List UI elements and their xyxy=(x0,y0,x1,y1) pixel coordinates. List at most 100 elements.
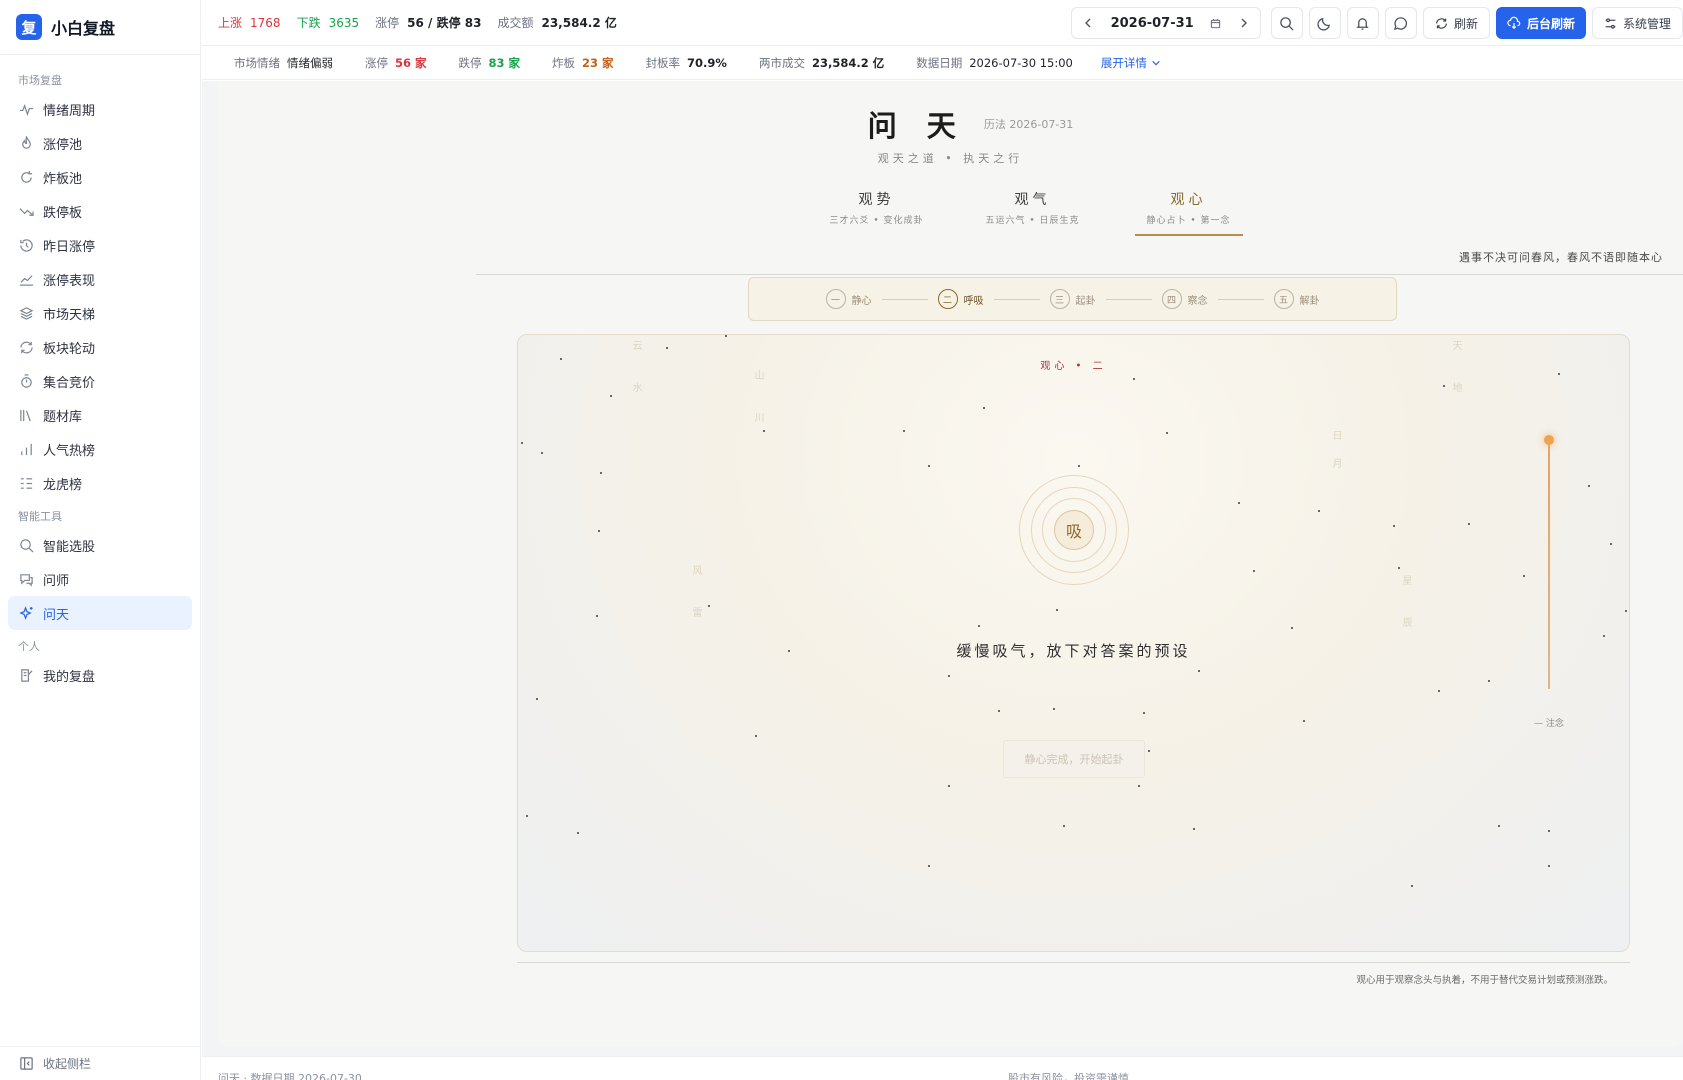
history-icon xyxy=(18,237,34,253)
step-5[interactable]: 五解卦 xyxy=(1273,289,1320,309)
expand-details-link[interactable]: 展开详情 xyxy=(1101,55,1161,71)
step-indicator: 一静心 二呼吸 三起卦 四察念 五解卦 xyxy=(748,277,1397,321)
sidebar-item-label: 龙虎榜 xyxy=(43,477,83,493)
step-connector xyxy=(993,298,1040,300)
tab-guan-qi[interactable]: 观气 五运六气 • 日辰生克 xyxy=(955,189,1111,236)
sidebar-item-label: 集合竞价 xyxy=(43,375,96,391)
sidebar-item-label: 我的复盘 xyxy=(43,669,96,685)
step-2[interactable]: 二呼吸 xyxy=(937,289,984,309)
stage-label: 观心 • 二 xyxy=(1040,361,1107,372)
summary-broken: 炸板 23 家 xyxy=(552,55,614,71)
refresh-circle-icon xyxy=(18,169,34,185)
star-dot xyxy=(1603,635,1605,637)
summary-limit-down-label: 跌停 xyxy=(458,55,482,70)
cloud-download-icon xyxy=(1507,16,1521,30)
footer-center: 股市有风险，投资需谨慎 xyxy=(1008,1072,1129,1080)
summary-data-date: 数据日期 2026-07-30 15:00 xyxy=(916,55,1073,71)
stat-limit-value: 56 / 跌停 83 xyxy=(407,16,482,30)
start-divination-button[interactable]: 静心完成，开始起卦 xyxy=(1003,740,1145,778)
step-3[interactable]: 三起卦 xyxy=(1049,289,1096,309)
star-dot xyxy=(1303,720,1305,722)
calendar-date: 历法 2026-07-31 xyxy=(983,118,1074,131)
sidebar-item-dragon-tiger[interactable]: 龙虎榜 xyxy=(8,466,192,500)
star-dot xyxy=(1468,523,1470,525)
star-dot xyxy=(1398,567,1400,569)
step-label: 察念 xyxy=(1187,295,1208,307)
star-dot xyxy=(1143,712,1145,714)
calendar-icon[interactable] xyxy=(1210,18,1221,29)
message-button[interactable] xyxy=(1384,7,1417,39)
star-dot xyxy=(1498,825,1500,827)
sidebar-item-ask-mentor[interactable]: 问师 xyxy=(8,562,192,596)
star-dot xyxy=(725,335,727,337)
sidebar-item-ask-heaven[interactable]: 问天 xyxy=(8,596,192,630)
tab-label: 观心 xyxy=(1170,192,1207,208)
sidebar-item-label: 人气热榜 xyxy=(43,443,96,459)
date-value[interactable]: 2026-07-31 xyxy=(1111,16,1194,31)
sidebar-item-label: 题材库 xyxy=(43,409,83,425)
nav-group-title-personal: 个人 xyxy=(18,640,40,653)
star-dot xyxy=(1056,609,1058,611)
sidebar-item-broken-pool[interactable]: 炸板池 xyxy=(8,160,192,194)
star-dot xyxy=(1193,828,1195,830)
footer: 问天 · 数据日期 2026-07-30 股市有风险，投资需谨慎 xyxy=(202,1056,1683,1080)
step-number: 一 xyxy=(825,289,846,309)
sidebar-item-label: 情绪周期 xyxy=(43,103,96,119)
star-dot xyxy=(1138,785,1140,787)
star-dot xyxy=(1166,432,1168,434)
date-picker[interactable]: 2026-07-31 xyxy=(1070,7,1261,39)
rotate-icon xyxy=(18,339,34,355)
market-summary-bar: 市场情绪 情绪偏弱 涨停 56 家 跌停 83 家 炸板 23 家 封板率 70… xyxy=(202,46,1683,80)
chevron-left-icon[interactable] xyxy=(1082,17,1094,29)
search-button[interactable] xyxy=(1270,7,1303,39)
decorative-calligraphy: 日 月 xyxy=(1330,430,1341,472)
notification-button[interactable] xyxy=(1346,7,1379,39)
tab-guan-xin[interactable]: 观心 静心占卜 • 第一念 xyxy=(1134,189,1243,236)
sidebar-item-call-auction[interactable]: 集合竞价 xyxy=(8,364,192,398)
sidebar-item-sector-rotation[interactable]: 板块轮动 xyxy=(8,330,192,364)
sidebar-item-popularity[interactable]: 人气热榜 xyxy=(8,432,192,466)
step-number: 二 xyxy=(937,289,958,309)
star-dot xyxy=(1318,510,1320,512)
brand[interactable]: 复 小白复盘 xyxy=(0,0,200,55)
summary-broken-label: 炸板 xyxy=(552,55,576,70)
tab-guan-shi[interactable]: 观势 三才六爻 • 变化成卦 xyxy=(799,189,955,236)
sidebar-item-market-ladder[interactable]: 市场天梯 xyxy=(8,296,192,330)
step-connector xyxy=(1217,298,1264,300)
sidebar-item-smart-picker[interactable]: 智能选股 xyxy=(8,528,192,562)
star-dot xyxy=(1198,670,1200,672)
divider xyxy=(517,962,1630,963)
star-dot xyxy=(1610,543,1612,545)
sidebar-item-limit-up-performance[interactable]: 涨停表现 xyxy=(8,262,192,296)
theme-toggle-button[interactable] xyxy=(1308,7,1341,39)
step-4[interactable]: 四察念 xyxy=(1161,289,1208,309)
sidebar-item-label: 板块轮动 xyxy=(43,341,96,357)
step-1[interactable]: 一静心 xyxy=(825,289,872,309)
sidebar-item-label: 涨停池 xyxy=(43,137,83,153)
star-dot xyxy=(948,675,950,677)
focus-meter-dot[interactable] xyxy=(1544,435,1554,445)
breath-instruction: 缓慢吸气，放下对答案的预设 xyxy=(956,642,1191,660)
sidebar-item-my-review[interactable]: 我的复盘 xyxy=(8,658,192,692)
chevron-right-icon[interactable] xyxy=(1238,17,1250,29)
library-icon xyxy=(18,407,34,423)
nav-group-title-tools: 智能工具 xyxy=(18,510,62,523)
star-dot xyxy=(948,785,950,787)
sidebar-item-limit-down[interactable]: 跌停板 xyxy=(8,194,192,228)
collapse-sidebar-button[interactable]: 收起侧栏 xyxy=(0,1046,200,1080)
refresh-button[interactable]: 刷新 xyxy=(1422,7,1490,39)
star-dot xyxy=(596,615,598,617)
star-dot xyxy=(577,832,579,834)
sidebar-item-limit-up-pool[interactable]: 涨停池 xyxy=(8,126,192,160)
background-refresh-button[interactable]: 后台刷新 xyxy=(1495,7,1586,39)
star-dot xyxy=(1393,525,1395,527)
page-title-row: 问天 历法 2026-07-31 xyxy=(218,103,1683,145)
step-label: 静心 xyxy=(851,295,872,307)
sidebar-item-theme-library[interactable]: 题材库 xyxy=(8,398,192,432)
system-admin-button[interactable]: 系统管理 xyxy=(1591,7,1683,39)
star-dot xyxy=(1148,750,1150,752)
sidebar-item-yesterday-limit-up[interactable]: 昨日涨停 xyxy=(8,228,192,262)
search-icon xyxy=(1279,16,1294,31)
sidebar-item-emotion-cycle[interactable]: 情绪周期 xyxy=(8,92,192,126)
message-icon xyxy=(1393,16,1408,31)
